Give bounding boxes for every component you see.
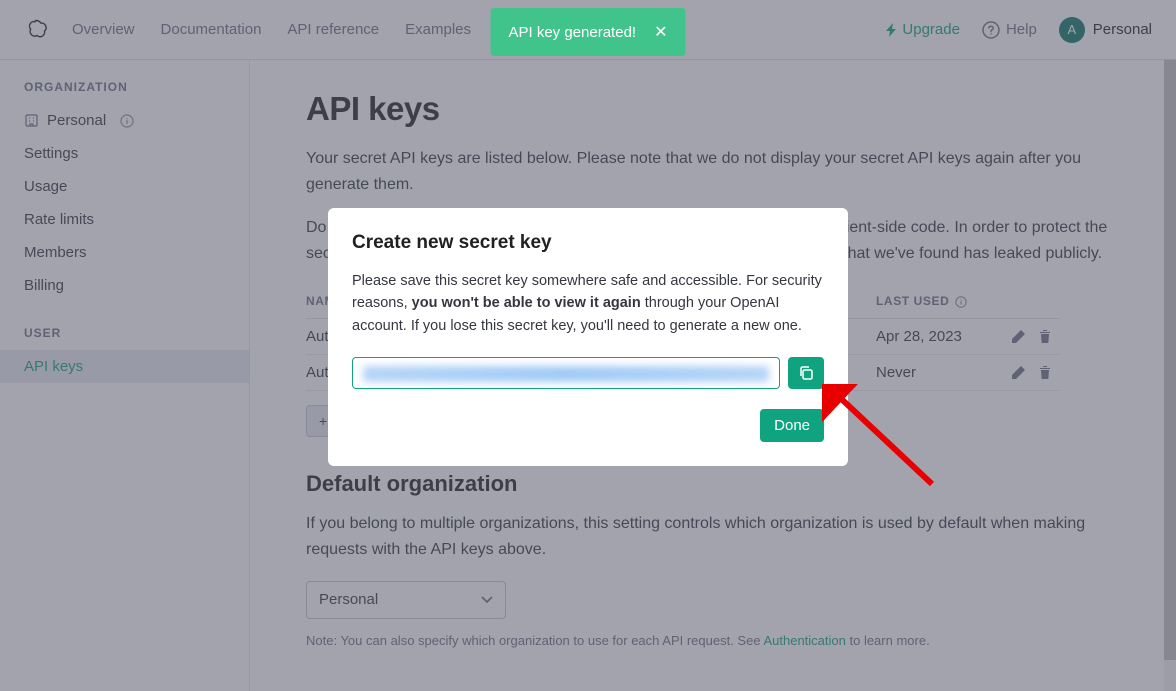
modal-actions: Done [352,409,824,442]
key-row [352,357,824,389]
toast-message: API key generated! [509,24,637,41]
copy-button[interactable] [788,357,824,389]
secret-key-field[interactable] [352,357,780,389]
modal-title: Create new secret key [352,232,824,254]
modal-text-bold: you won't be able to view it again [412,295,641,311]
toast-close-icon[interactable]: ✕ [654,22,667,42]
modal-text: Please save this secret key somewhere sa… [352,270,824,337]
done-button[interactable]: Done [760,409,824,442]
copy-icon [798,365,814,381]
secret-key-blurred [363,366,769,382]
toast: API key generated! ✕ [491,8,686,56]
create-key-modal: Create new secret key Please save this s… [328,208,848,466]
